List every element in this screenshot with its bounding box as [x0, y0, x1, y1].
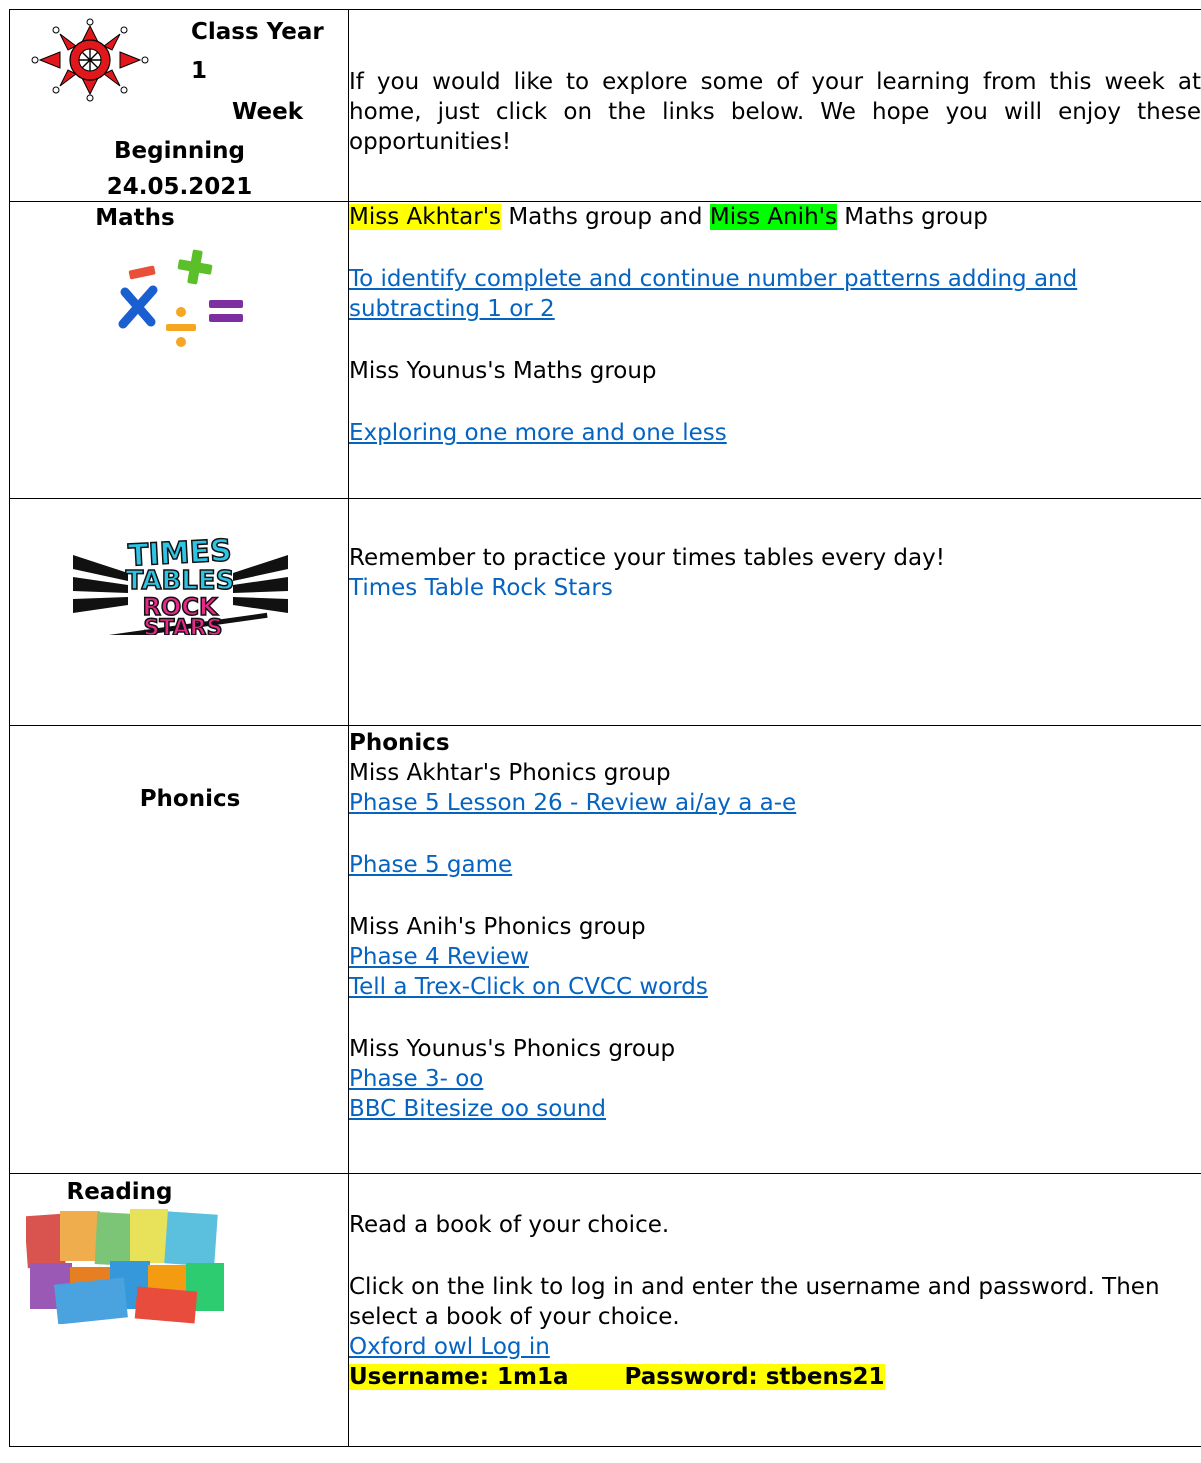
- ttrs-logo-stars: STARS: [144, 616, 223, 635]
- phase5-lesson26-link[interactable]: Phase 5 Lesson 26 - Review ai/ay a a-e: [349, 790, 796, 816]
- trex-cvcc-link[interactable]: Tell a Trex-Click on CVCC words: [349, 974, 708, 1000]
- reading-content-cell: Read a book of your choice. Click on the…: [348, 1173, 1201, 1447]
- younus-maths-group: Miss Younus's Maths group: [349, 358, 657, 384]
- teacher-akhtar-highlight: Miss Akhtar's: [349, 204, 502, 230]
- reading-left-cell: Reading: [9, 1173, 349, 1447]
- reading-row: Reading Read a book of your choice. Clic…: [9, 1173, 1201, 1447]
- maths-left-cell: Maths: [9, 201, 349, 499]
- school-logo-icon: [31, 18, 149, 102]
- read-book-instruction: Read a book of your choice.: [349, 1212, 670, 1238]
- maths-row: Maths Miss Akhtar's Maths group and Miss…: [9, 201, 1201, 499]
- header-left-cell: Class Year 1 Week Beginning 24.05.2021: [9, 9, 349, 202]
- phonics-content-cell: Phonics Miss Akhtar's Phonics group Phas…: [348, 725, 1201, 1174]
- times-tables-rock-stars-logo: TIMES TABLES ROCK STARS: [73, 533, 288, 635]
- teacher-anih-highlight: Miss Anih's: [709, 204, 837, 230]
- username-text: Username: 1m1a: [349, 1364, 569, 1390]
- one-more-one-less-link[interactable]: Exploring one more and one less: [349, 420, 727, 446]
- beginning-label: Beginning: [114, 138, 245, 164]
- ttrs-link[interactable]: Times Table Rock Stars: [349, 575, 613, 601]
- maths-content-cell: Miss Akhtar's Maths group and Miss Anih'…: [348, 201, 1201, 499]
- books-icon: [26, 1209, 224, 1324]
- phase3-oo-link[interactable]: Phase 3- oo: [349, 1066, 483, 1092]
- week-date: 24.05.2021: [106, 174, 253, 200]
- login-credentials: Username: 1m1a Password: stbens21: [349, 1362, 1201, 1392]
- ttrs-row: TIMES TABLES ROCK STARS Remember to prac…: [9, 498, 1201, 726]
- maths-label: Maths: [95, 205, 175, 231]
- reading-label: Reading: [66, 1179, 173, 1205]
- ttrs-logo-tables: TABLES: [126, 566, 235, 596]
- header-row: Class Year 1 Week Beginning 24.05.2021 I…: [9, 9, 1201, 202]
- login-instruction: Click on the link to log in and enter th…: [349, 1274, 1160, 1330]
- akhtar-phonics-group: Miss Akhtar's Phonics group: [349, 760, 671, 786]
- maths-groups-line: Miss Akhtar's Maths group and Miss Anih'…: [349, 202, 1201, 232]
- intro-cell: If you would like to explore some of you…: [348, 9, 1201, 202]
- phonics-heading: Phonics: [349, 730, 450, 756]
- bbc-bitesize-oo-link[interactable]: BBC Bitesize oo sound: [349, 1096, 606, 1122]
- phase4-review-link[interactable]: Phase 4 Review: [349, 944, 529, 970]
- maths-symbols-icon: [118, 249, 243, 347]
- ttrs-content-cell: Remember to practice your times tables e…: [348, 498, 1201, 726]
- year-number: 1: [191, 58, 208, 84]
- class-year-label: Class Year: [191, 19, 324, 45]
- password-text: Password: stbens21: [624, 1364, 885, 1390]
- maths-and-text: Maths group and: [508, 204, 703, 230]
- oxford-owl-login-link[interactable]: Oxford owl Log in: [349, 1334, 550, 1360]
- phase5-game-link[interactable]: Phase 5 game: [349, 852, 512, 878]
- anih-phonics-group: Miss Anih's Phonics group: [349, 914, 646, 940]
- weekly-learning-table: Class Year 1 Week Beginning 24.05.2021 I…: [9, 9, 1201, 1447]
- intro-text: If you would like to explore some of you…: [349, 69, 1201, 155]
- times-tables-reminder: Remember to practice your times tables e…: [349, 545, 945, 571]
- younus-phonics-group: Miss Younus's Phonics group: [349, 1036, 676, 1062]
- phonics-label: Phonics: [139, 786, 241, 812]
- ttrs-left-cell: TIMES TABLES ROCK STARS: [9, 498, 349, 726]
- number-patterns-link[interactable]: To identify complete and continue number…: [349, 266, 1077, 322]
- week-label: Week: [232, 99, 304, 125]
- phonics-row: Phonics Phonics Miss Akhtar's Phonics gr…: [9, 725, 1201, 1174]
- maths-group-text: Maths group: [844, 204, 988, 230]
- phonics-left-cell: Phonics: [9, 725, 349, 1174]
